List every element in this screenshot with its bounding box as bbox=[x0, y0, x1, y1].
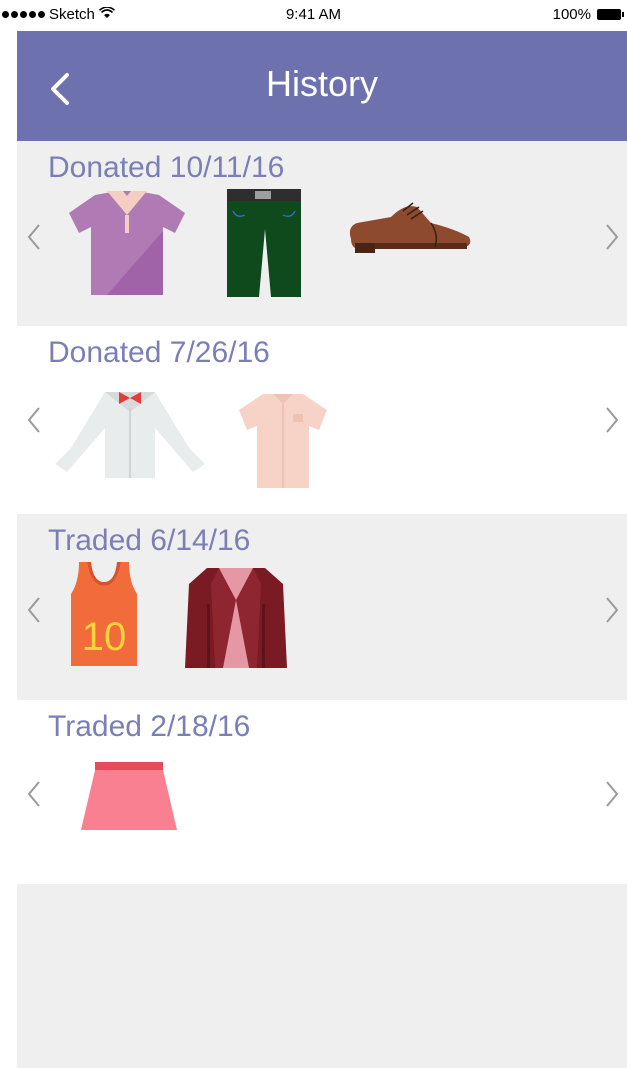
status-bar: Sketch 9:41 AM 100% bbox=[0, 0, 627, 31]
chevron-left-icon[interactable] bbox=[23, 217, 45, 257]
status-time: 9:41 AM bbox=[285, 6, 342, 23]
battery-label: 100% bbox=[552, 6, 591, 23]
section-title: Donated 7/26/16 bbox=[48, 336, 270, 369]
history-section-3: Traded 6/14/16 10 bbox=[17, 514, 627, 700]
brown-oxford-shoe-icon[interactable] bbox=[347, 199, 473, 255]
orange-jersey-tank-top-icon[interactable]: 10 bbox=[69, 560, 139, 666]
green-trousers-icon[interactable] bbox=[225, 189, 303, 299]
section-title: Donated 10/11/16 bbox=[48, 151, 285, 184]
maroon-blazer-icon[interactable] bbox=[183, 564, 289, 670]
chevron-right-icon[interactable] bbox=[601, 217, 623, 257]
chevron-right-icon[interactable] bbox=[601, 400, 623, 440]
chevron-left-icon[interactable] bbox=[23, 590, 45, 630]
status-right: 100% bbox=[552, 6, 624, 23]
chevron-left-icon[interactable] bbox=[23, 400, 45, 440]
history-section-2: Donated 7/26/16 bbox=[17, 326, 627, 514]
nav-bar: History bbox=[17, 31, 627, 141]
pink-skirt-icon[interactable] bbox=[81, 760, 177, 830]
battery-icon bbox=[597, 9, 624, 20]
chevron-right-icon[interactable] bbox=[601, 774, 623, 814]
section-title: Traded 6/14/16 bbox=[48, 524, 251, 557]
chevron-right-icon[interactable] bbox=[601, 590, 623, 630]
section-title: Traded 2/18/16 bbox=[48, 710, 251, 743]
purple-polo-shirt-icon[interactable] bbox=[67, 191, 187, 297]
history-section-4: Traded 2/18/16 bbox=[17, 700, 627, 884]
pink-short-sleeve-shirt-icon[interactable] bbox=[237, 390, 329, 490]
history-section-1: Donated 10/11/16 bbox=[17, 141, 627, 326]
page-title: History bbox=[265, 63, 378, 104]
jersey-number: 10 bbox=[82, 615, 127, 659]
chevron-left-icon[interactable] bbox=[23, 774, 45, 814]
empty-area bbox=[17, 884, 627, 1068]
white-shirt-with-bowtie-icon[interactable] bbox=[53, 388, 207, 478]
